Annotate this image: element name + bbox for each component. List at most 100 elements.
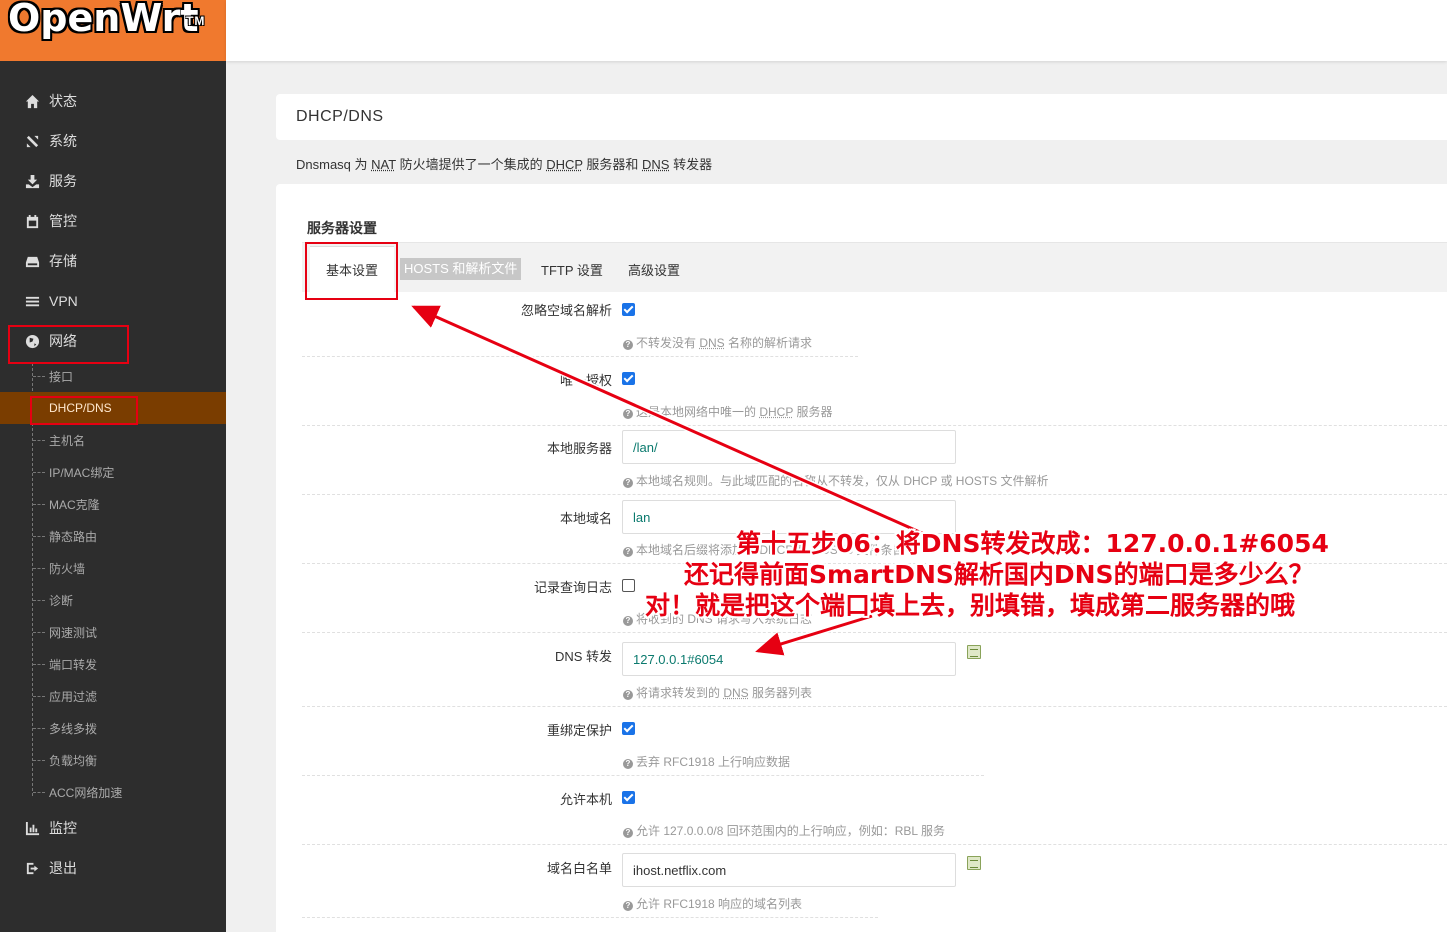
dns-forward-input[interactable]: 127.0.0.1#6054	[622, 642, 956, 676]
sidebar-item-label: 管控	[49, 213, 77, 229]
domain-whitelist-help: ? 允许 RFC1918 响应的域名列表	[623, 895, 802, 912]
desc-text: Dnsmasq 为	[296, 157, 372, 172]
page-title: DHCP/DNS	[276, 94, 1447, 140]
sidebar: 状态 系统 服务 管控 存储 VPN 网络 接口 DHCP/DNS 主机名 IP…	[0, 61, 226, 932]
help-icon: ?	[623, 478, 633, 488]
calendar-icon	[24, 213, 41, 230]
row-divider	[302, 917, 878, 918]
highlight-network	[8, 325, 129, 364]
help-icon: ?	[623, 616, 633, 626]
sidebar-item-monitor[interactable]: 监控	[0, 808, 226, 848]
help-icon: ?	[623, 759, 633, 769]
allow-localhost-checkbox[interactable]	[622, 791, 635, 804]
log-queries-checkbox[interactable]	[622, 579, 635, 592]
desc-text: 防火墙提供了一个集成的	[395, 157, 547, 172]
sidebar-item-label: 监控	[49, 820, 77, 836]
sub-label: MAC克隆	[49, 497, 100, 512]
highlight-dhcp-dns	[30, 396, 138, 425]
sidebar-item-storage[interactable]: 存储	[0, 241, 226, 281]
nat-abbr: NAT	[371, 157, 396, 172]
sub-label: 应用过滤	[49, 689, 98, 704]
dns-forward-add-icon[interactable]	[967, 645, 981, 659]
section-title: 服务器设置	[307, 220, 377, 236]
sidebar-item-label: 系统	[49, 133, 77, 149]
tools-icon	[24, 133, 41, 150]
openwrt-logo[interactable]: OpenWrt TM	[0, 0, 226, 61]
dns-abbr: DNS	[642, 157, 670, 172]
sidebar-item-status[interactable]: 状态	[0, 81, 226, 121]
domain-whitelist-input[interactable]: ihost.netflix.com	[622, 853, 956, 887]
row-divider	[302, 632, 1447, 633]
dhcp-abbr: DHCP	[546, 157, 583, 172]
tree-tick	[33, 632, 45, 633]
top-header	[226, 0, 1447, 61]
bars-icon	[24, 293, 41, 310]
row-divider	[302, 494, 1447, 495]
local-server-input[interactable]: /lan/	[622, 430, 956, 464]
ignore-empty-checkbox[interactable]	[622, 303, 635, 316]
allow-localhost-label: 允许本机	[559, 792, 612, 807]
sub-label: ACC网络加速	[49, 785, 123, 800]
row-divider	[302, 706, 1447, 707]
home-icon	[24, 93, 41, 110]
help-text: 允许 127.0.0.0/8 回环范围内的上行响应，例如：RBL 服务	[636, 824, 945, 838]
authoritative-checkbox[interactable]	[622, 372, 635, 385]
sidebar-item-label: VPN	[49, 293, 78, 309]
help-text: 不转发没有	[636, 336, 700, 350]
tree-tick	[33, 536, 45, 537]
help-icon: ?	[623, 409, 633, 419]
row-divider	[302, 356, 858, 357]
sub-label: 防火墙	[49, 561, 86, 576]
tree-tick	[33, 760, 45, 761]
sub-label: 负载均衡	[49, 753, 98, 768]
sub-label: 网速测试	[49, 625, 98, 640]
sub-label: 诊断	[49, 593, 74, 608]
sidebar-item-vpn[interactable]: VPN	[0, 281, 226, 321]
sub-label: 多线多拨	[49, 721, 98, 736]
local-server-label: 本地服务器	[546, 441, 612, 456]
domain-whitelist-add-icon[interactable]	[967, 856, 981, 870]
help-abbr: DNS	[699, 336, 725, 350]
help-text: 服务器	[793, 405, 833, 419]
logout-icon	[24, 860, 41, 877]
sidebar-item-services[interactable]: 服务	[0, 161, 226, 201]
tree-tick	[33, 600, 45, 601]
page-description: Dnsmasq 为 NAT 防火墙提供了一个集成的 DHCP 服务器和 DNS …	[296, 154, 712, 173]
tree-tick	[33, 792, 45, 793]
sub-label: 主机名	[49, 433, 86, 448]
tab-tftp[interactable]: TFTP 设置	[541, 260, 603, 279]
sub-label: 接口	[49, 369, 74, 384]
logo-text: OpenWrt	[8, 0, 199, 40]
rebind-protection-checkbox[interactable]	[622, 722, 635, 735]
sidebar-item-control[interactable]: 管控	[0, 201, 226, 241]
tree-tick	[33, 376, 45, 377]
ignore-empty-label: 忽略空域名解析	[520, 303, 612, 318]
sidebar-item-label: 退出	[49, 860, 77, 876]
help-text: 将请求转发到的	[636, 686, 724, 700]
domain-whitelist-label: 域名白名单	[546, 861, 612, 876]
help-text: 这是本地网络中唯一的	[636, 405, 760, 419]
tab-hosts-resolv[interactable]: HOSTS 和解析文件	[400, 258, 522, 280]
rebind-protection-label: 重绑定保护	[546, 723, 612, 738]
help-icon: ?	[623, 547, 633, 557]
highlight-basic-tab	[305, 242, 398, 300]
desc-text: 转发器	[669, 157, 713, 172]
help-icon: ?	[623, 340, 633, 350]
log-queries-label: 记录查询日志	[533, 580, 612, 595]
help-abbr: DNS	[723, 686, 749, 700]
help-text: 丢弃 RFC1918 上行响应数据	[636, 755, 791, 769]
sub-label: 端口转发	[49, 657, 98, 672]
help-icon: ?	[623, 690, 633, 700]
authoritative-help: ? 这是本地网络中唯一的 DHCP 服务器	[623, 403, 832, 420]
chart-icon	[24, 820, 41, 837]
sidebar-item-system[interactable]: 系统	[0, 121, 226, 161]
authoritative-label: 唯一授权	[559, 373, 612, 388]
tab-advanced[interactable]: 高级设置	[628, 260, 680, 279]
row-divider	[302, 775, 984, 776]
sidebar-item-logout[interactable]: 退出	[0, 848, 226, 888]
tree-tick	[33, 664, 45, 665]
help-icon: ?	[623, 828, 633, 838]
help-abbr: DHCP	[759, 405, 794, 419]
sub-label: 静态路由	[49, 529, 98, 544]
tree-tick	[33, 504, 45, 505]
